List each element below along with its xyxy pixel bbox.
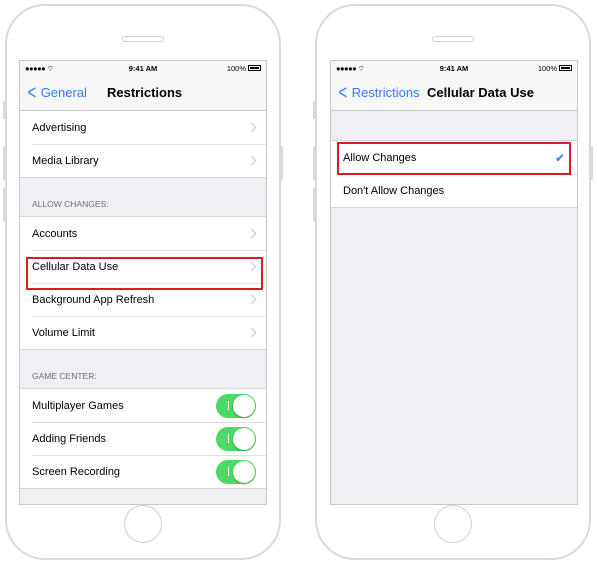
power-button — [280, 146, 283, 180]
allow-changes-group: Accounts Cellular Data Use Background Ap… — [20, 216, 266, 350]
screen-cellular-data-use: ●●●●● ⌔ 9:41 AM 100% < Restrictions Cell… — [330, 60, 578, 505]
chevron-right-icon — [246, 261, 257, 271]
cell-advertising[interactable]: Advertising — [20, 111, 266, 144]
cell-label: Accounts — [32, 227, 78, 240]
cell-label: Volume Limit — [32, 326, 95, 339]
cell-volume-limit[interactable]: Volume Limit — [20, 316, 266, 349]
option-allow-changes[interactable]: Allow Changes ✔ — [331, 141, 577, 174]
volume-down-button — [3, 188, 6, 222]
top-spacer — [331, 111, 577, 140]
status-bar: ●●●●● ⌔ 9:41 AM 100% — [20, 61, 266, 75]
page-title: Cellular Data Use — [427, 85, 534, 100]
nav-bar: < Restrictions Cellular Data Use — [331, 75, 577, 111]
cell-cellular-data-use[interactable]: Cellular Data Use — [20, 250, 266, 283]
page-title: Restrictions — [107, 85, 183, 100]
screen-recording-toggle[interactable] — [216, 459, 256, 484]
cell-adding-friends: Adding Friends — [20, 422, 266, 455]
back-button-restrictions[interactable]: < Restrictions — [337, 75, 420, 110]
chevron-right-icon — [246, 327, 257, 337]
mute-switch — [313, 101, 316, 119]
chevron-right-icon — [246, 294, 257, 304]
options-group: Allow Changes ✔ Don't Allow Changes — [331, 140, 577, 208]
multiplayer-games-toggle[interactable] — [216, 393, 256, 418]
chevron-right-icon — [246, 155, 257, 165]
checkmark-icon: ✔ — [554, 150, 565, 165]
chevron-left-icon: < — [338, 81, 348, 104]
cell-multiplayer-games: Multiplayer Games — [20, 389, 266, 422]
cell-media-library[interactable]: Media Library — [20, 144, 266, 177]
battery-percent: 100% — [226, 64, 246, 73]
option-dont-allow-changes[interactable]: Don't Allow Changes — [331, 174, 577, 207]
battery-icon — [248, 64, 261, 71]
battery-icon — [559, 64, 572, 71]
game-center-group: Multiplayer Games Adding Friends Screen … — [20, 388, 266, 489]
chevron-right-icon — [246, 228, 257, 238]
cell-label: Cellular Data Use — [32, 260, 119, 273]
cell-label: Multiplayer Games — [32, 399, 124, 412]
cell-accounts[interactable]: Accounts — [20, 217, 266, 250]
cell-label: Media Library — [32, 154, 99, 167]
cell-label: Advertising — [32, 121, 87, 134]
cell-background-app-refresh[interactable]: Background App Refresh — [20, 283, 266, 316]
top-group: Advertising Media Library — [20, 111, 266, 178]
phone-frame-right: ●●●●● ⌔ 9:41 AM 100% < Restrictions Cell… — [313, 4, 593, 560]
nav-bar: < General Restrictions — [20, 75, 266, 111]
home-button[interactable] — [124, 505, 162, 543]
cell-label: Background App Refresh — [32, 293, 155, 306]
volume-up-button — [313, 146, 316, 180]
option-label: Don't Allow Changes — [343, 184, 445, 197]
section-header-game-center: GAME CENTER: — [32, 371, 97, 381]
cell-screen-recording: Screen Recording — [20, 455, 266, 488]
adding-friends-toggle[interactable] — [216, 426, 256, 451]
cell-label: Adding Friends — [32, 432, 106, 445]
cell-label: Screen Recording — [32, 465, 121, 478]
chevron-left-icon: < — [27, 81, 37, 104]
screen-restrictions: ●●●●● ⌔ 9:41 AM 100% < General Restricti… — [19, 60, 267, 505]
speaker-grille — [122, 36, 164, 42]
mute-switch — [3, 101, 6, 119]
volume-up-button — [3, 146, 6, 180]
speaker-grille — [432, 36, 474, 42]
status-bar: ●●●●● ⌔ 9:41 AM 100% — [331, 61, 577, 75]
phone-frame-left: ●●●●● ⌔ 9:41 AM 100% < General Restricti… — [3, 4, 283, 560]
battery-percent: 100% — [537, 64, 557, 73]
volume-down-button — [313, 188, 316, 222]
home-button[interactable] — [434, 505, 472, 543]
section-header-allow-changes: ALLOW CHANGES: — [32, 199, 109, 209]
power-button — [590, 146, 593, 180]
chevron-right-icon — [246, 122, 257, 132]
back-label: Restrictions — [351, 85, 420, 100]
option-label: Allow Changes — [343, 151, 417, 164]
back-button-general[interactable]: < General — [26, 75, 87, 110]
back-label: General — [40, 85, 87, 100]
